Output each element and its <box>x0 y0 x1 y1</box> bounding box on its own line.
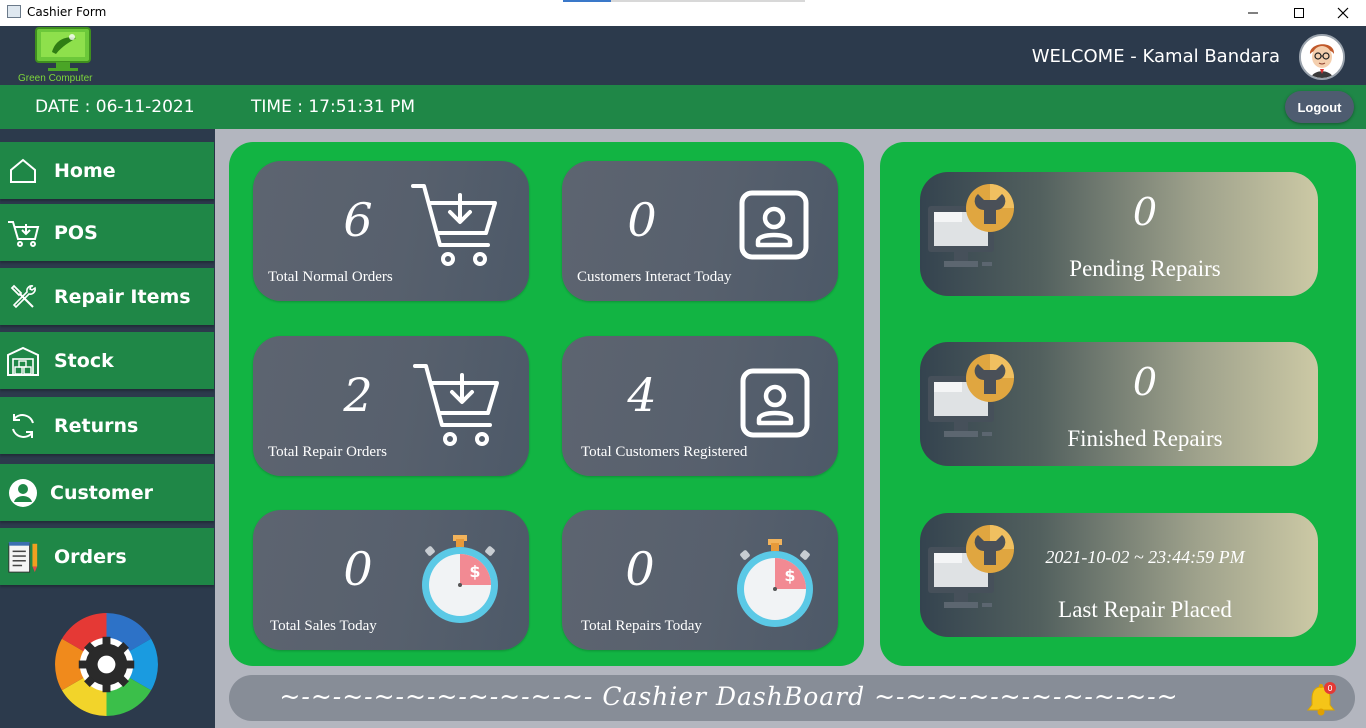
stopwatch-icon: $ <box>737 539 813 627</box>
computer-repair-icon <box>928 525 1014 608</box>
cashier-window: Cashier Form Green Computer WELCOME - Ka… <box>0 0 1366 728</box>
minimize-button[interactable] <box>1230 0 1276 26</box>
stopwatch-icon: $ <box>422 535 498 623</box>
stat-card-total-sales-today[interactable]: 0 Total Sales Today $ <box>253 510 529 650</box>
svg-text:$: $ <box>784 566 795 585</box>
stat-value: 0 <box>625 542 655 596</box>
stat-value: 0 <box>627 193 657 247</box>
cart-download-icon <box>411 184 497 266</box>
user-circle-icon <box>6 476 40 510</box>
repair-value: 0 <box>1132 190 1158 234</box>
notification-count: 0 <box>1327 684 1332 693</box>
app-header: Green Computer WELCOME - Kamal Bandara <box>0 26 1366 85</box>
stats-panel: 6 Total Normal Orders 0 Customers Intera… <box>229 142 864 666</box>
sidebar-item-returns[interactable]: Returns <box>0 397 214 454</box>
last-repair-datetime: 2021-10-02 ~ 23:44:59 PM <box>1045 547 1245 567</box>
repair-card-pending[interactable]: 0 Pending Repairs <box>920 172 1318 296</box>
repair-value: 0 <box>1132 360 1158 404</box>
sidebar-item-label: Stock <box>54 349 114 372</box>
sidebar-item-home[interactable]: Home <box>0 142 214 199</box>
sidebar-item-stock[interactable]: Stock <box>0 332 214 389</box>
svg-text:$: $ <box>469 562 480 581</box>
cart-download-icon <box>413 364 499 446</box>
stat-card-total-customers-registered[interactable]: 4 Total Customers Registered <box>562 336 838 476</box>
refresh-icon <box>6 409 40 443</box>
stat-card-customers-interact-today[interactable]: 0 Customers Interact Today <box>562 161 838 301</box>
stat-value: 2 <box>343 368 373 422</box>
minimize-icon <box>1248 12 1258 14</box>
notification-bell-icon[interactable]: 0 <box>1303 681 1339 717</box>
warehouse-icon <box>6 344 40 378</box>
close-icon <box>1337 7 1349 19</box>
date-time-bar: DATE : 06-11-2021 TIME : 17:51:31 PM Log… <box>0 85 1366 129</box>
stat-label: Total Repairs Today <box>581 618 702 634</box>
close-button[interactable] <box>1320 0 1366 26</box>
sidebar-item-customer[interactable]: Customer <box>0 464 214 521</box>
stat-label: Total Sales Today <box>270 618 377 634</box>
window-titlebar: Cashier Form <box>0 0 1366 26</box>
computer-repair-icon <box>928 354 1014 437</box>
user-card-icon <box>739 190 809 260</box>
dashboard-footer: ~-~-~-~-~-~-~-~-~-~- Cashier DashBoard ~… <box>229 675 1355 721</box>
sidebar-item-repair-items[interactable]: Repair Items <box>0 268 214 325</box>
cart-icon <box>6 216 40 250</box>
time-display: TIME : 17:51:31 PM <box>251 97 416 117</box>
settings-color-wheel-icon[interactable] <box>55 613 158 716</box>
sidebar-item-label: Home <box>54 159 116 182</box>
tools-icon <box>6 280 40 314</box>
stat-card-total-normal-orders[interactable]: 6 Total Normal Orders <box>253 161 529 301</box>
sidebar-item-label: POS <box>54 221 98 244</box>
dashboard-footer-text: ~-~-~-~-~-~-~-~-~-~- Cashier DashBoard ~… <box>279 682 1179 711</box>
maximize-button[interactable] <box>1276 0 1322 26</box>
maximize-icon <box>1294 8 1304 18</box>
sidebar-item-pos[interactable]: POS <box>0 204 214 261</box>
stat-value: 6 <box>343 193 373 247</box>
stat-label: Total Normal Orders <box>268 269 393 285</box>
repair-card-last-placed[interactable]: 2021-10-02 ~ 23:44:59 PM Last Repair Pla… <box>920 513 1318 637</box>
stat-value: 4 <box>627 368 657 422</box>
taskbar-indicator-track <box>611 0 805 2</box>
sidebar-item-label: Repair Items <box>54 285 191 308</box>
taskbar-indicator <box>563 0 611 2</box>
sidebar-item-label: Orders <box>54 545 127 568</box>
sidebar: Home POS Repair Items Stock Returns Cust… <box>0 129 215 728</box>
sidebar-item-orders[interactable]: Orders <box>0 528 214 585</box>
welcome-text: WELCOME - Kamal Bandara <box>1031 46 1280 67</box>
user-avatar[interactable] <box>1299 34 1345 80</box>
user-card-icon <box>740 368 810 438</box>
window-title: Cashier Form <box>27 5 107 19</box>
dashboard-content: 6 Total Normal Orders 0 Customers Intera… <box>215 129 1366 728</box>
sidebar-item-label: Returns <box>54 414 139 437</box>
stat-card-total-repair-orders[interactable]: 2 Total Repair Orders <box>253 336 529 476</box>
stat-card-total-repairs-today[interactable]: 0 Total Repairs Today $ <box>562 510 838 650</box>
avatar-icon <box>1301 36 1343 78</box>
repair-label: Last Repair Placed <box>1058 597 1232 622</box>
logout-button[interactable]: Logout <box>1285 91 1354 123</box>
repair-card-finished[interactable]: 0 Finished Repairs <box>920 342 1318 466</box>
sidebar-item-label: Customer <box>50 481 153 504</box>
computer-repair-icon <box>928 184 1014 267</box>
logo-text: Green Computer <box>18 73 93 84</box>
home-icon <box>6 154 40 188</box>
stat-label: Total Repair Orders <box>268 444 387 460</box>
notepad-icon <box>6 540 40 574</box>
repair-label: Finished Repairs <box>1067 426 1223 451</box>
stat-label: Total Customers Registered <box>581 444 748 460</box>
stat-label: Customers Interact Today <box>577 269 732 285</box>
repairs-panel: 0 Pending Repairs 0 Finished Repairs 202… <box>880 142 1356 666</box>
stat-value: 0 <box>343 542 373 596</box>
app-window-icon <box>7 5 21 18</box>
date-display: DATE : 06-11-2021 <box>35 97 195 117</box>
repair-label: Pending Repairs <box>1069 256 1221 281</box>
